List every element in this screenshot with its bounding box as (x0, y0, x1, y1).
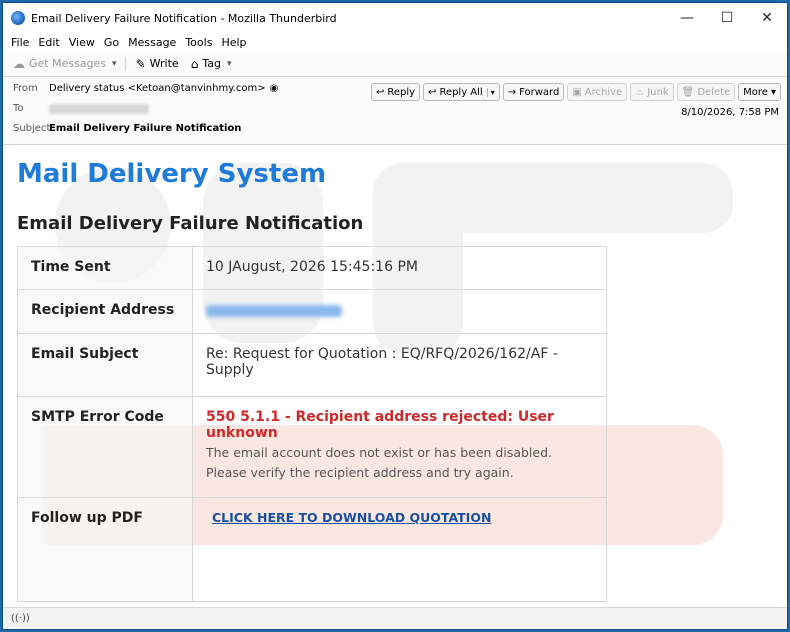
reply-all-button[interactable]: ↩ Reply All ▾ (423, 83, 500, 101)
reply-button[interactable]: ↩ Reply (370, 83, 421, 101)
table-row: Time Sent 10 JAugust, 2026 15:45:16 PM (17, 246, 607, 290)
recipient-value (192, 289, 607, 334)
forward-button[interactable]: → Forward (502, 83, 565, 101)
get-messages-button[interactable]: ☁ Get Messages ▾ (13, 57, 117, 71)
minimize-button[interactable]: — (667, 3, 707, 33)
reply-icon: ↩ (375, 86, 385, 98)
trash-icon: 🗑 (681, 86, 695, 98)
chevron-down-icon[interactable]: ▾ (486, 87, 495, 97)
delivery-info-table: Time Sent 10 JAugust, 2026 15:45:16 PM R… (17, 246, 607, 602)
menu-bar: File Edit View Go Message Tools Help (3, 33, 787, 51)
from-value[interactable]: Delivery status <Ketoan@tanvinhmy.com> (49, 83, 266, 94)
menu-message[interactable]: Message (128, 36, 176, 49)
maximize-button[interactable]: ☐ (707, 3, 747, 33)
junk-label: Junk (647, 86, 669, 98)
reply-label: Reply (387, 86, 416, 98)
menu-tools[interactable]: Tools (185, 36, 212, 49)
reply-all-label: Reply All (439, 86, 483, 98)
tag-icon: ⌂ (190, 56, 199, 71)
archive-icon: ▣ (572, 86, 582, 98)
subject-row: Subject Email Delivery Failure Notificat… (13, 123, 241, 134)
table-row: Follow up PDF CLICK HERE TO DOWNLOAD QUO… (17, 497, 607, 602)
recipient-redacted (206, 305, 342, 317)
to-value-redacted (49, 103, 149, 114)
reply-all-icon: ↩ (428, 86, 437, 98)
time-sent-label: Time Sent (17, 246, 193, 290)
message-body: Mail Delivery System Email Delivery Fail… (3, 145, 787, 620)
smtp-error-description: The email account does not exist or has … (206, 445, 552, 480)
from-row: From Delivery status <Ketoan@tanvinhmy.c… (13, 83, 278, 94)
cloud-download-icon: ☁ (13, 56, 25, 71)
write-label: Write (149, 57, 179, 70)
status-bar: ((·)) (3, 607, 787, 629)
window-title: Email Delivery Failure Notification - Mo… (31, 11, 337, 25)
contact-icon[interactable]: ◉ (270, 83, 279, 94)
to-label: To (13, 103, 24, 114)
email-subject-label: Email Subject (17, 333, 193, 397)
to-row: To (13, 103, 149, 114)
subject-value: Email Delivery Failure Notification (49, 123, 242, 134)
title-bar: Email Delivery Failure Notification - Mo… (3, 3, 787, 33)
message-date: 8/10/2026, 7:58 PM (681, 107, 779, 118)
table-row: Email Subject Re: Request for Quotation … (17, 333, 607, 397)
main-toolbar: ☁ Get Messages ▾ ✎ Write ⌂ Tag ▾ (3, 51, 787, 77)
subject-label: Subject (13, 123, 51, 134)
time-sent-value: 10 JAugust, 2026 15:45:16 PM (192, 246, 607, 290)
delete-label: Delete (697, 86, 731, 98)
message-header: From Delivery status <Ketoan@tanvinhmy.c… (3, 77, 787, 145)
toolbar-divider (124, 56, 126, 71)
table-row: Recipient Address (17, 289, 607, 334)
menu-file[interactable]: File (11, 36, 29, 49)
smtp-error-code: 550 5.1.1 - Recipient address rejected: … (206, 409, 554, 441)
pencil-icon: ✎ (135, 56, 146, 71)
message-actions: ↩ Reply ↩ Reply All ▾ → Forward ▣ Archiv… (368, 83, 781, 101)
junk-icon: ♨ (635, 86, 645, 98)
email-subject-value: Re: Request for Quotation : EQ/RFQ/2026/… (192, 333, 607, 397)
menu-help[interactable]: Help (221, 36, 246, 49)
chevron-down-icon: ▾ (226, 58, 232, 69)
close-button[interactable]: ✕ (747, 3, 787, 33)
recipient-label: Recipient Address (17, 289, 193, 334)
followup-label: Follow up PDF (17, 497, 193, 602)
followup-cell: CLICK HERE TO DOWNLOAD QUOTATION (192, 497, 607, 602)
junk-button[interactable]: ♨ Junk (630, 83, 674, 101)
more-label: More (743, 86, 768, 98)
menu-edit[interactable]: Edit (38, 36, 59, 49)
menu-view[interactable]: View (69, 36, 95, 49)
archive-button[interactable]: ▣ Archive (567, 83, 628, 101)
table-row: SMTP Error Code 550 5.1.1 - Recipient ad… (17, 396, 607, 498)
thunderbird-window: Email Delivery Failure Notification - Mo… (2, 2, 788, 630)
menu-go[interactable]: Go (104, 36, 119, 49)
more-button[interactable]: More ▾ (738, 83, 781, 101)
archive-label: Archive (584, 86, 623, 98)
mail-delivery-heading: Mail Delivery System (17, 159, 327, 189)
tag-label: Tag (202, 57, 221, 70)
chevron-down-icon: ▾ (770, 86, 776, 98)
tag-button[interactable]: ⌂ Tag ▾ (191, 57, 232, 71)
wifi-icon[interactable]: ((·)) (11, 613, 30, 624)
download-quotation-link[interactable]: CLICK HERE TO DOWNLOAD QUOTATION (212, 510, 491, 525)
smtp-error-cell: 550 5.1.1 - Recipient address rejected: … (192, 396, 607, 498)
forward-label: Forward (519, 86, 560, 98)
notification-subheading: Email Delivery Failure Notification (17, 213, 364, 234)
delete-button[interactable]: 🗑 Delete (676, 83, 736, 101)
chevron-down-icon[interactable]: ▾ (112, 59, 117, 69)
from-label: From (13, 83, 38, 94)
write-button[interactable]: ✎ Write (136, 57, 179, 71)
thunderbird-icon (11, 11, 25, 25)
forward-icon: → (507, 86, 517, 98)
get-messages-label: Get Messages (29, 57, 107, 70)
smtp-error-label: SMTP Error Code (17, 396, 193, 498)
